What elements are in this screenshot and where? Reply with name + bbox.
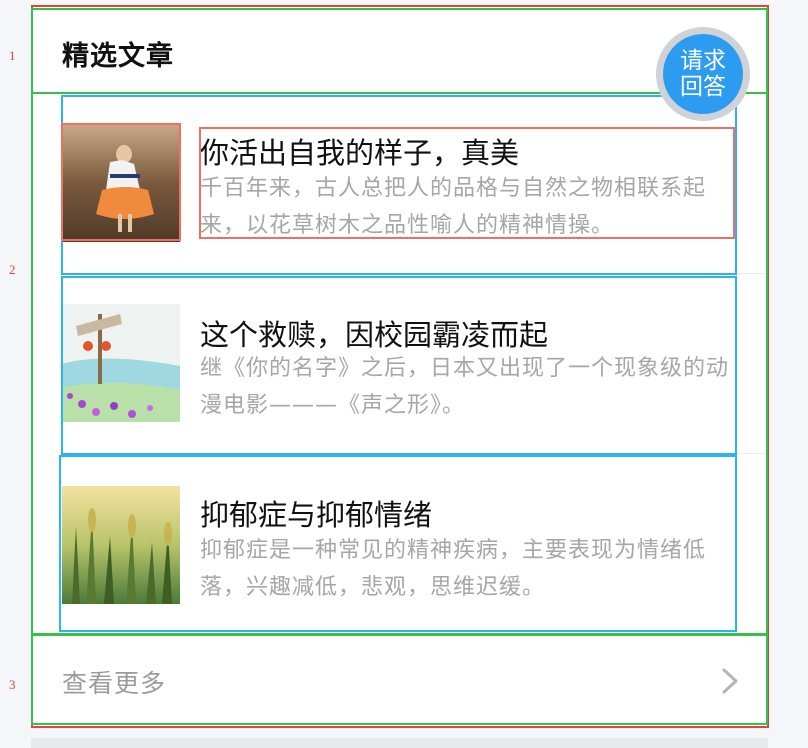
annotation-outline-footer: [31, 633, 768, 725]
annotation-outline-item-3: [59, 455, 737, 632]
request-answer-label-line2: 回答: [680, 74, 726, 100]
request-answer-button[interactable]: 请求 回答: [656, 27, 750, 121]
annotation-label-3: 3: [9, 677, 16, 692]
request-answer-button-face: 请求 回答: [663, 34, 743, 114]
annotation-label-1: 1: [9, 48, 16, 63]
request-answer-label-line1: 请求: [680, 48, 726, 74]
annotation-outline-thumb-1: [61, 123, 181, 241]
annotation-label-2: 2: [9, 262, 16, 277]
annotation-outline-text-1: [199, 127, 735, 239]
annotation-outline-item-2: [61, 276, 737, 455]
bottom-strip: [31, 738, 768, 748]
